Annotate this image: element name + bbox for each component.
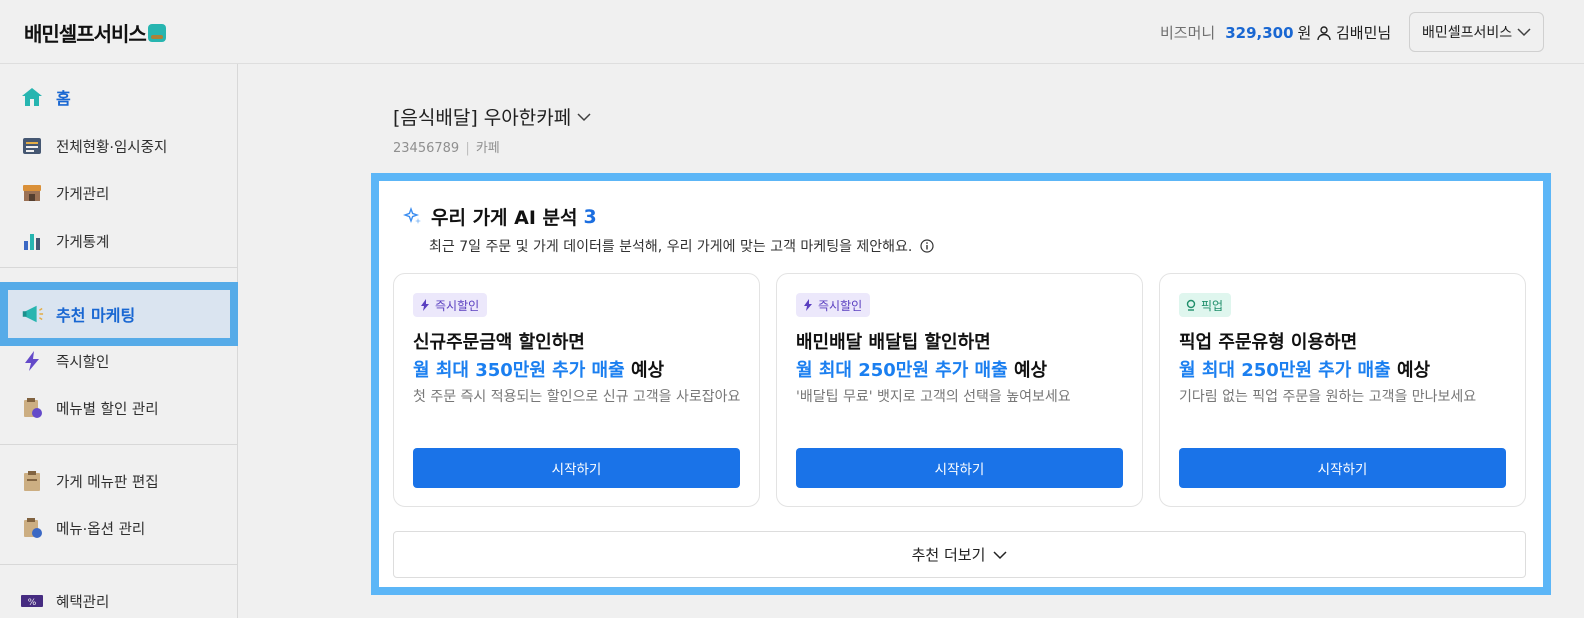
sidebar-item-label: 추천 마케팅 [56, 306, 136, 325]
chevron-down-icon [577, 112, 591, 121]
card-forecast: 월 최대 350만원 추가 매출 예상 [413, 356, 664, 382]
card-tag: 픽업 [1179, 293, 1232, 317]
sidebar-item-label: 혜택관리 [56, 594, 110, 611]
lightning-icon [419, 299, 431, 311]
card-forecast-highlight: 월 최대 250만원 추가 매출 [1179, 360, 1391, 381]
ai-panel-title: 우리 가게 AI 분석 [431, 207, 578, 229]
card-forecast-suffix: 예상 [1007, 360, 1048, 381]
card-description: 첫 주문 즉시 적용되는 할인으로 신규 고객을 사로잡아요 [413, 389, 741, 405]
card-tag-label: 즉시할인 [818, 298, 863, 313]
sidebar-divider [0, 564, 237, 565]
sidebar-item-label: 가게관리 [56, 186, 110, 203]
card-tag-label: 픽업 [1201, 298, 1224, 313]
recommendation-card: 픽업 픽업 주문유형 이용하면 월 최대 250만원 추가 매출 예상 기다림 … [1159, 273, 1526, 507]
sidebar-item-label: 메뉴·옵션 관리 [56, 521, 146, 538]
user-name: 김배민님 [1336, 24, 1392, 42]
card-forecast-highlight: 월 최대 350만원 추가 매출 [413, 360, 625, 381]
card-tag: 즉시할인 [413, 293, 488, 317]
sidebar-item-label: 전체현황·임시중지 [56, 139, 168, 156]
store-icon [20, 181, 44, 205]
user-menu[interactable]: 김배민님 [1316, 22, 1391, 43]
sidebar-item-label: 홈 [56, 89, 71, 108]
sidebar-item-label: 즉시할인 [56, 354, 110, 371]
card-forecast-suffix: 예상 [624, 360, 665, 381]
store-title[interactable]: [음식배달] 우아한카페 [393, 103, 591, 130]
bizmoney-unit: 원 [1297, 24, 1312, 42]
store-title-text: [음식배달] 우아한카페 [393, 107, 572, 129]
sidebar-item-label: 메뉴별 할인 관리 [56, 401, 159, 418]
card-forecast-suffix: 예상 [1390, 360, 1431, 381]
sidebar-item-stats[interactable]: 가게통계 [0, 218, 237, 264]
megaphone-icon [20, 302, 44, 326]
ai-panel-description-text: 최근 7일 주문 및 가게 데이터를 분석해, 우리 가게에 맞는 고객 마케팅… [429, 239, 913, 255]
bizmoney-amount: 329,300 [1225, 23, 1294, 42]
card-forecast-highlight: 월 최대 250만원 추가 매출 [796, 360, 1008, 381]
sidebar-item-menu-option[interactable]: 메뉴·옵션 관리 [0, 505, 237, 551]
card-description: 기다림 없는 픽업 주문을 원하는 고객을 만나보세요 [1179, 389, 1477, 405]
sidebar-item-label: 가게 메뉴판 편집 [56, 474, 159, 491]
store-separator: | [465, 141, 470, 156]
svg-text:%: % [28, 598, 37, 608]
more-recommendations-label: 추천 더보기 [911, 546, 986, 564]
card-tag: 즉시할인 [796, 293, 871, 317]
pickup-icon [1185, 299, 1197, 311]
ai-panel-description: 최근 7일 주문 및 가게 데이터를 분석해, 우리 가게에 맞는 고객 마케팅… [429, 236, 934, 256]
menu-option-icon [20, 516, 44, 540]
bizmoney-label: 비즈머니 [1160, 24, 1216, 42]
card-description: '배달팁 무료' 뱃지로 고객의 선택을 높여보세요 [796, 389, 1071, 405]
card-title: 배민배달 배달팁 할인하면 [796, 332, 991, 353]
dashboard-icon [20, 134, 44, 158]
ai-panel-count: 3 [583, 205, 597, 228]
lightning-icon [20, 349, 44, 373]
start-button[interactable]: 시작하기 [1179, 448, 1506, 488]
bar-chart-icon [20, 229, 44, 253]
sidebar: 홈 전체현황·임시중지 가게관리 가게통계 추천 마케팅 즉시할인 메뉴별 할인… [0, 64, 238, 618]
home-icon [20, 85, 44, 109]
lightning-icon [802, 299, 814, 311]
sidebar-item-instant-discount[interactable]: 즉시할인 [0, 338, 237, 384]
coupon-icon: % [20, 589, 44, 613]
sidebar-divider [0, 267, 237, 268]
chevron-down-icon [1517, 28, 1531, 37]
sparkle-icon [403, 206, 421, 224]
store-subtitle: 23456789 | 카페 [393, 137, 500, 156]
sidebar-item-benefits[interactable]: % 혜택관리 [0, 578, 237, 618]
store-id: 23456789 [393, 141, 460, 156]
menu-discount-icon [20, 396, 44, 420]
card-forecast: 월 최대 250만원 추가 매출 예상 [1179, 356, 1430, 382]
ai-analysis-panel: 우리 가게 AI 분석 3 최근 7일 주문 및 가게 데이터를 분석해, 우리… [371, 173, 1551, 595]
recommendation-card: 즉시할인 배민배달 배달팁 할인하면 월 최대 250만원 추가 매출 예상 '… [776, 273, 1143, 507]
sidebar-item-label: 가게통계 [56, 234, 110, 251]
logo-text: 배민셀프서비스 [24, 22, 147, 46]
logo[interactable]: 배민셀프서비스 [24, 18, 166, 47]
sidebar-item-menu-discount[interactable]: 메뉴별 할인 관리 [0, 385, 237, 431]
top-header: 배민셀프서비스 비즈머니 329,300 원 김배민님 배민셀프서비스 [0, 0, 1584, 64]
sidebar-item-home[interactable]: 홈 [0, 74, 237, 120]
sidebar-item-menu-board[interactable]: 가게 메뉴판 편집 [0, 458, 237, 504]
chevron-down-icon [993, 550, 1007, 559]
bizmoney[interactable]: 비즈머니 329,300 원 [1160, 22, 1311, 43]
start-button[interactable]: 시작하기 [413, 448, 740, 488]
store-select[interactable]: 배민셀프서비스 [1409, 12, 1544, 52]
card-tag-label: 즉시할인 [435, 298, 480, 313]
logo-badge-icon [147, 23, 166, 42]
user-icon [1317, 25, 1331, 40]
sidebar-item-store[interactable]: 가게관리 [0, 170, 237, 216]
card-forecast: 월 최대 250만원 추가 매출 예상 [796, 356, 1047, 382]
sidebar-item-recommended-marketing[interactable]: 추천 마케팅 [0, 282, 238, 346]
store-select-label: 배민셀프서비스 [1422, 25, 1513, 41]
sidebar-divider [0, 444, 237, 445]
card-title: 신규주문금액 할인하면 [413, 332, 585, 353]
menu-board-icon [20, 469, 44, 493]
sidebar-item-dashboard[interactable]: 전체현황·임시중지 [0, 123, 237, 169]
recommendation-card: 즉시할인 신규주문금액 할인하면 월 최대 350만원 추가 매출 예상 첫 주… [393, 273, 760, 507]
card-title: 픽업 주문유형 이용하면 [1179, 332, 1358, 353]
more-recommendations-button[interactable]: 추천 더보기 [393, 531, 1526, 578]
info-icon[interactable] [920, 239, 934, 253]
ai-panel-header: 우리 가게 AI 분석 3 [403, 203, 597, 230]
start-button[interactable]: 시작하기 [796, 448, 1123, 488]
store-category: 카페 [475, 141, 500, 156]
